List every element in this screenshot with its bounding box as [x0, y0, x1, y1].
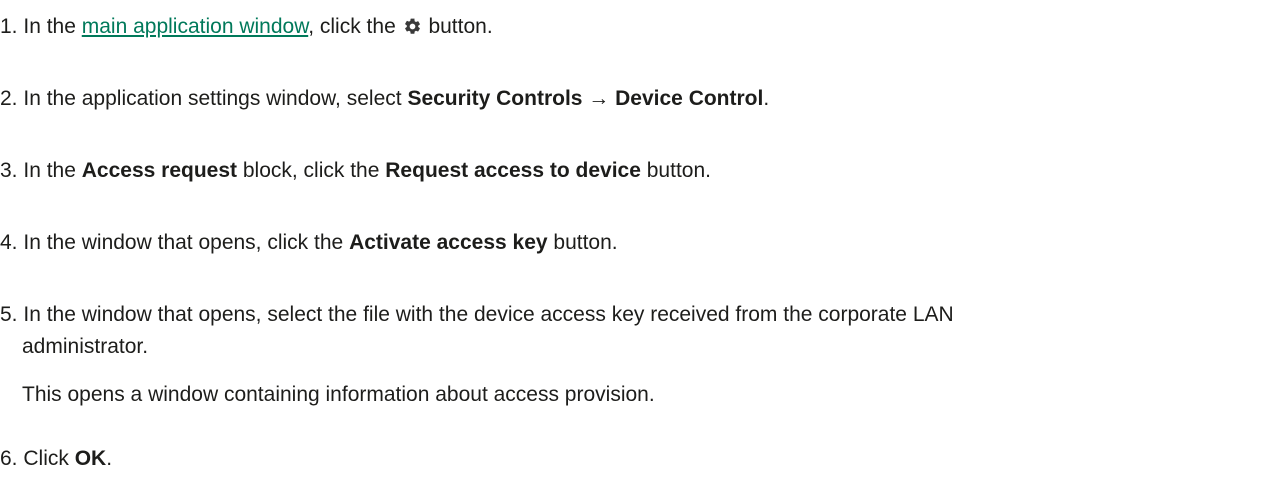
step-number: 2. [0, 87, 18, 110]
ok-label: OK [74, 447, 107, 470]
step-text: In the [23, 159, 76, 182]
step-text: button. [553, 231, 618, 254]
step-text: Click [23, 447, 69, 470]
step-text: In the window that opens, select the fil… [23, 303, 954, 326]
step-text: . [106, 447, 113, 470]
step-text: In the window that opens, click the [23, 231, 344, 254]
step-4: 4. In the window that opens, click the A… [0, 228, 618, 258]
step-5: 5. In the window that opens, select the … [0, 300, 954, 330]
step-text: button. [646, 159, 711, 182]
step-text: , click the [308, 15, 396, 38]
step-number: 4. [0, 231, 18, 254]
request-access-to-device-label: Request access to device [385, 159, 641, 182]
step-text: In the application settings window, sele… [23, 87, 402, 110]
step-number: 1. [0, 15, 18, 38]
step-2: 2. In the application settings window, s… [0, 84, 769, 114]
step-number: 3. [0, 159, 18, 182]
step-text: button. [428, 15, 493, 38]
step-text: . [763, 87, 770, 110]
step-number: 5. [0, 303, 18, 326]
gear-icon [403, 17, 422, 36]
step-text: In the [23, 15, 76, 38]
instruction-steps: 1. In the main application window, click… [0, 0, 1275, 495]
access-request-label: Access request [81, 159, 238, 182]
step-3: 3. In the Access request block, click th… [0, 156, 711, 186]
step-text: block, click the [242, 159, 380, 182]
step-6: 6. Click OK. [0, 444, 112, 474]
step-5-note: This opens a window containing informati… [22, 383, 655, 406]
step-1: 1. In the main application window, click… [0, 12, 493, 42]
step-number: 6. [0, 447, 18, 470]
activate-access-key-label: Activate access key [349, 231, 548, 254]
security-controls-device-control-label: Security Controls → Device Control [407, 87, 764, 110]
main-application-window-link[interactable]: main application window [82, 15, 308, 38]
step-5-continuation: administrator. [22, 335, 149, 358]
